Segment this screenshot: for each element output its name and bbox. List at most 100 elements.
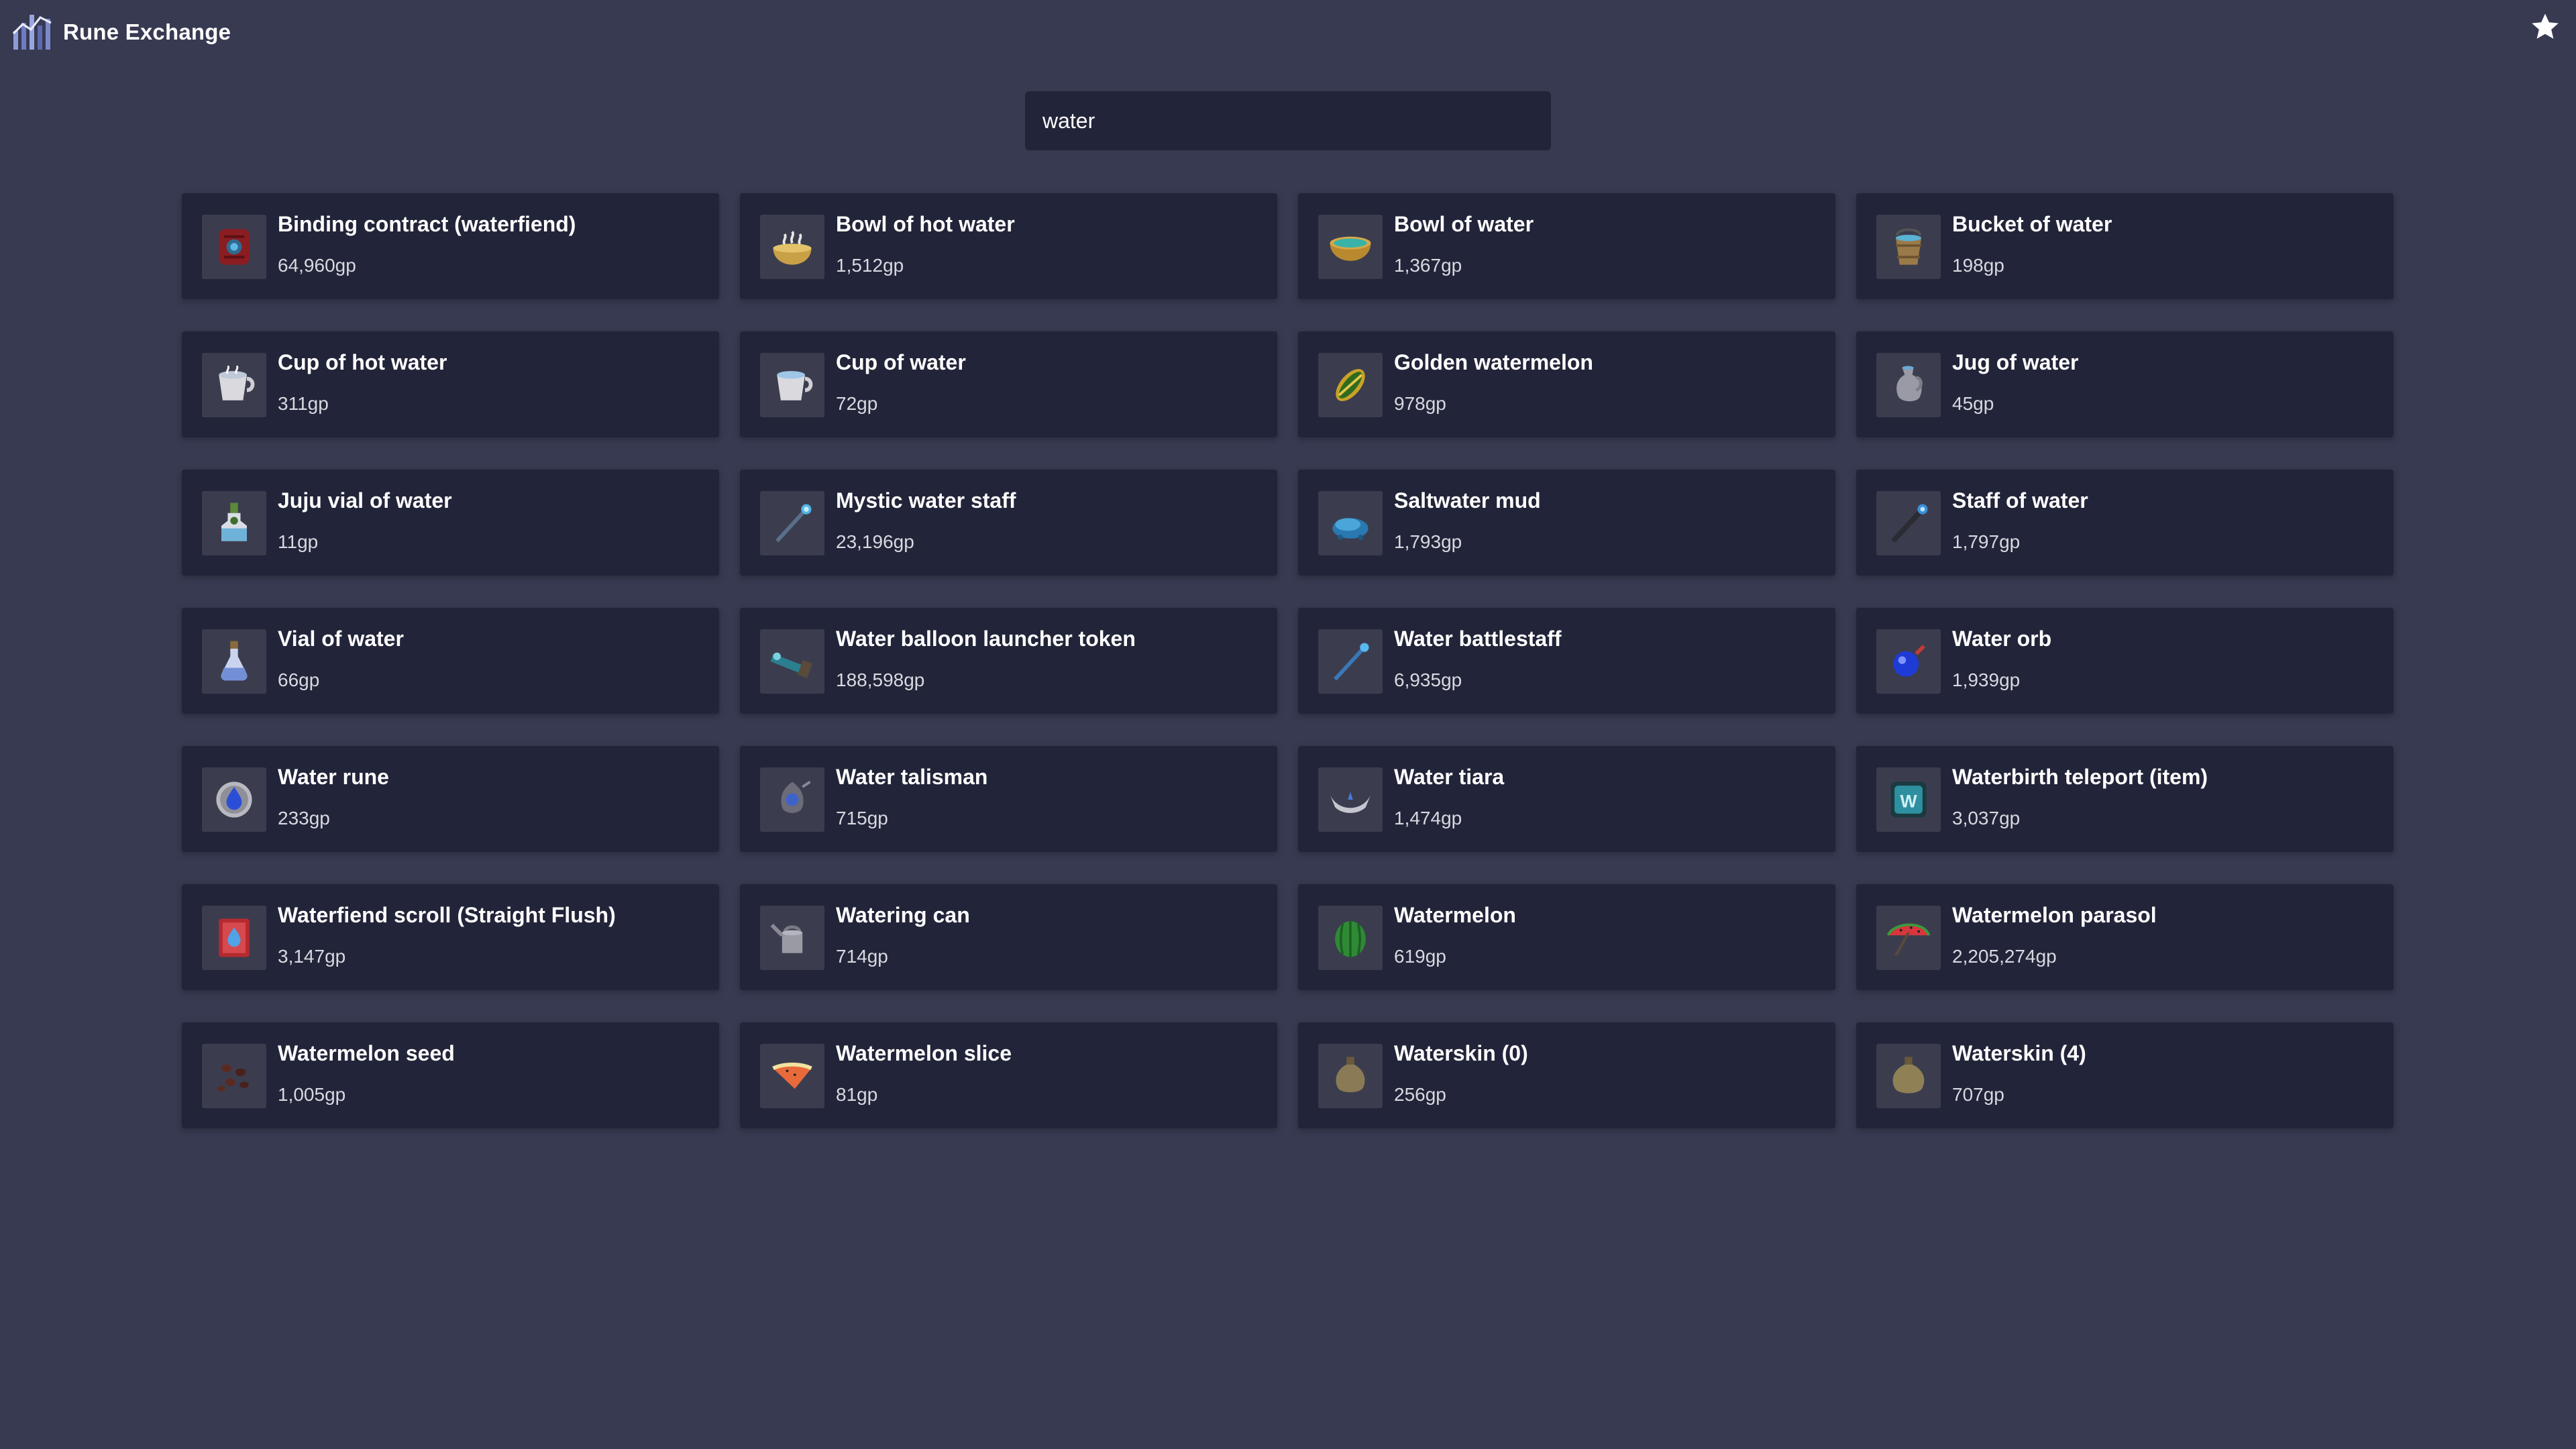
item-name: Watermelon seed: [278, 1041, 455, 1065]
golden-watermelon-icon: [1318, 353, 1383, 417]
item-price: 1,793gp: [1394, 531, 1462, 552]
item-price: 23,196gp: [836, 531, 914, 552]
app-title: Rune Exchange: [63, 19, 231, 44]
item-card[interactable]: Juju vial of water 11gp: [182, 470, 719, 576]
search-input[interactable]: [1025, 91, 1551, 150]
item-card[interactable]: Watering can 714gp: [740, 884, 1277, 990]
item-name: Water talisman: [836, 765, 988, 789]
item-price: 81gp: [836, 1084, 878, 1105]
item-price: 188,598gp: [836, 669, 925, 690]
item-card[interactable]: Waterfiend scroll (Straight Flush) 3,147…: [182, 884, 719, 990]
item-price: 66gp: [278, 669, 320, 690]
star-icon[interactable]: [2529, 11, 2561, 43]
item-card[interactable]: Water battlestaff 6,935gp: [1298, 608, 1835, 714]
water-talisman-icon: [760, 767, 824, 832]
item-price: 198gp: [1952, 255, 2004, 276]
item-price: 978gp: [1394, 393, 1446, 414]
mystic-staff-icon: [760, 491, 824, 555]
watermelon-parasol-icon: [1876, 906, 1941, 970]
item-price: 64,960gp: [278, 255, 356, 276]
vial-water-icon: [202, 629, 266, 694]
item-price: 11gp: [278, 531, 319, 552]
item-name: Vial of water: [278, 627, 404, 651]
item-name: Bowl of hot water: [836, 212, 1015, 236]
item-name: Water rune: [278, 765, 389, 789]
item-name: Juju vial of water: [278, 488, 452, 513]
watermelon-icon: [1318, 906, 1383, 970]
item-price: 2,205,274gp: [1952, 946, 2057, 967]
item-card[interactable]: Mystic water staff 23,196gp: [740, 470, 1277, 576]
item-card[interactable]: Watermelon parasol 2,205,274gp: [1856, 884, 2394, 990]
item-price: 233gp: [278, 808, 330, 828]
watermelon-slice-icon: [760, 1044, 824, 1108]
item-card[interactable]: W Waterbirth teleport (item) 3,037gp: [1856, 746, 2394, 852]
item-name: Binding contract (waterfiend): [278, 212, 576, 236]
waterbirth-teleport-icon: W: [1876, 767, 1941, 832]
item-price: 1,512gp: [836, 255, 904, 276]
item-price: 311gp: [278, 393, 329, 414]
item-price: 619gp: [1394, 946, 1446, 967]
item-card[interactable]: Bucket of water 198gp: [1856, 193, 2394, 299]
item-name: Watering can: [836, 903, 970, 927]
item-price: 1,367gp: [1394, 255, 1462, 276]
item-card[interactable]: Saltwater mud 1,793gp: [1298, 470, 1835, 576]
item-price: 707gp: [1952, 1084, 2004, 1105]
item-card[interactable]: Waterskin (4) 707gp: [1856, 1022, 2394, 1128]
item-card[interactable]: Water tiara 1,474gp: [1298, 746, 1835, 852]
water-rune-icon: [202, 767, 266, 832]
item-name: Waterbirth teleport (item): [1952, 765, 2208, 789]
item-name: Watermelon slice: [836, 1041, 1012, 1065]
top-bar: Rune Exchange: [0, 0, 2576, 67]
cup-water-icon: [760, 353, 824, 417]
balloon-launcher-token-icon: [760, 629, 824, 694]
item-name: Cup of water: [836, 350, 966, 374]
item-name: Water balloon launcher token: [836, 627, 1136, 651]
waterfiend-scroll-icon: [202, 906, 266, 970]
item-price: 1,005gp: [278, 1084, 346, 1105]
exchange-logo-icon: [12, 15, 52, 50]
item-card[interactable]: Vial of water 66gp: [182, 608, 719, 714]
item-card[interactable]: Water balloon launcher token 188,598gp: [740, 608, 1277, 714]
waterskin-4-icon: [1876, 1044, 1941, 1108]
watermelon-seed-icon: [202, 1044, 266, 1108]
item-card[interactable]: Cup of hot water 311gp: [182, 331, 719, 437]
item-card[interactable]: Jug of water 45gp: [1856, 331, 2394, 437]
item-card[interactable]: Bowl of hot water 1,512gp: [740, 193, 1277, 299]
item-name: Water battlestaff: [1394, 627, 1562, 651]
item-card[interactable]: Waterskin (0) 256gp: [1298, 1022, 1835, 1128]
item-card[interactable]: Cup of water 72gp: [740, 331, 1277, 437]
item-card[interactable]: Watermelon slice 81gp: [740, 1022, 1277, 1128]
item-name: Staff of water: [1952, 488, 2088, 513]
brand[interactable]: Rune Exchange: [11, 12, 231, 52]
item-name: Cup of hot water: [278, 350, 447, 374]
item-price: 714gp: [836, 946, 888, 967]
jug-water-icon: [1876, 353, 1941, 417]
item-price: 1,474gp: [1394, 808, 1462, 828]
item-name: Golden watermelon: [1394, 350, 1593, 374]
item-card[interactable]: Golden watermelon 978gp: [1298, 331, 1835, 437]
item-name: Saltwater mud: [1394, 488, 1541, 513]
item-name: Mystic water staff: [836, 488, 1016, 513]
item-card[interactable]: Water rune 233gp: [182, 746, 719, 852]
item-price: 715gp: [836, 808, 888, 828]
item-card[interactable]: Watermelon seed 1,005gp: [182, 1022, 719, 1128]
bucket-water-icon: [1876, 215, 1941, 279]
item-name: Water tiara: [1394, 765, 1505, 789]
item-price: 1,797gp: [1952, 531, 2021, 552]
item-price: 72gp: [836, 393, 878, 414]
item-name: Watermelon: [1394, 903, 1516, 927]
item-price: 3,147gp: [278, 946, 346, 967]
item-card[interactable]: Bowl of water 1,367gp: [1298, 193, 1835, 299]
item-price: 45gp: [1952, 393, 1994, 414]
watering-can-icon: [760, 906, 824, 970]
battlestaff-icon: [1318, 629, 1383, 694]
item-card[interactable]: Binding contract (waterfiend) 64,960gp: [182, 193, 719, 299]
item-card[interactable]: Water orb 1,939gp: [1856, 608, 2394, 714]
item-price: 1,939gp: [1952, 669, 2021, 690]
item-name: Waterfiend scroll (Straight Flush): [278, 903, 616, 927]
item-card[interactable]: Staff of water 1,797gp: [1856, 470, 2394, 576]
bowl-water-icon: [1318, 215, 1383, 279]
item-card[interactable]: Watermelon 619gp: [1298, 884, 1835, 990]
item-card[interactable]: Water talisman 715gp: [740, 746, 1277, 852]
item-name: Watermelon parasol: [1952, 903, 2157, 927]
